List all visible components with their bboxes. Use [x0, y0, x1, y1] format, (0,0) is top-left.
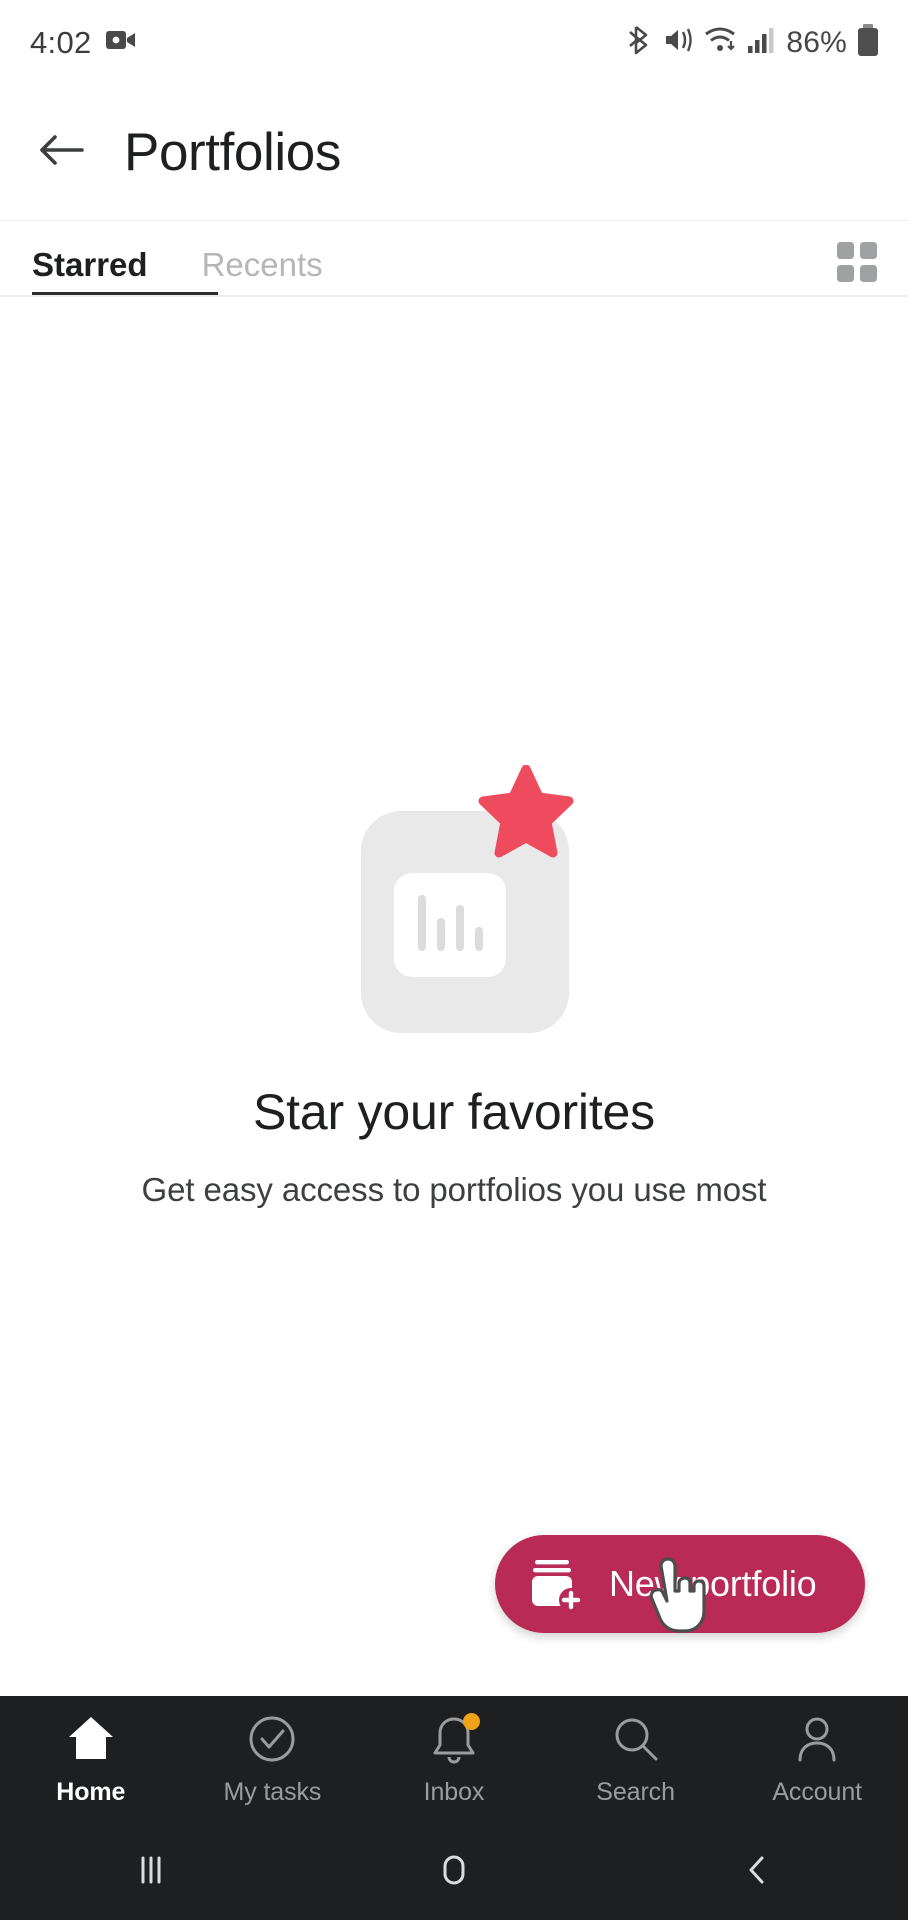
search-icon	[610, 1713, 662, 1765]
status-bar-right: 86%	[628, 23, 880, 62]
nav-item-inbox[interactable]: Inbox	[363, 1696, 545, 1824]
starred-portfolio-illustration	[339, 764, 574, 1033]
tab-starred[interactable]: Starred	[32, 221, 218, 297]
illustration-bar	[474, 927, 483, 951]
tab-recents[interactable]: Recents	[202, 221, 323, 297]
nav-label-my-tasks: My tasks	[223, 1778, 322, 1806]
bottom-navigation: Home My tasks Inbox Search Account	[0, 1696, 908, 1824]
grid-view-toggle[interactable]	[834, 239, 880, 285]
back-chevron-icon	[735, 1848, 779, 1897]
screen-record-icon	[105, 28, 136, 57]
recents-button[interactable]	[0, 1824, 303, 1920]
nav-label-search: Search	[596, 1778, 675, 1806]
phone-screen: 4:02 86% Portfolios Starred Recents Star…	[0, 0, 908, 1920]
star-icon	[477, 764, 575, 859]
nav-item-home[interactable]: Home	[0, 1696, 182, 1824]
page-title: Portfolios	[124, 123, 341, 182]
bell-icon	[428, 1713, 480, 1765]
android-system-nav	[0, 1824, 908, 1920]
recents-icon	[129, 1848, 173, 1897]
home-icon	[65, 1713, 117, 1765]
nav-label-home: Home	[56, 1778, 126, 1806]
person-icon	[791, 1713, 843, 1765]
nav-label-inbox: Inbox	[423, 1778, 485, 1806]
status-time: 4:02	[30, 24, 92, 60]
illustration-chart-tile	[394, 873, 506, 977]
status-bar-left: 4:02	[30, 25, 136, 61]
nav-item-my-tasks[interactable]: My tasks	[182, 1696, 364, 1824]
empty-state-title: Star your favorites	[253, 1084, 655, 1140]
status-bar: 4:02 86%	[0, 0, 908, 85]
nav-item-search[interactable]: Search	[545, 1696, 727, 1824]
bluetooth-icon	[628, 23, 654, 62]
inbox-badge-dot	[462, 1713, 480, 1730]
portfolio-empty-state: Star your favorites Get easy access to p…	[0, 297, 908, 1696]
back-button-system[interactable]	[605, 1824, 908, 1920]
battery-icon	[856, 23, 880, 62]
empty-state-subtitle: Get easy access to portfolios you use mo…	[141, 1171, 767, 1208]
nav-label-account: Account	[772, 1778, 862, 1806]
app-header: Portfolios	[0, 85, 908, 220]
tab-bar: Starred Recents	[0, 220, 908, 297]
new-portfolio-icon	[527, 1555, 583, 1614]
mute-vibrate-icon	[663, 24, 695, 61]
nav-item-account[interactable]: Account	[726, 1696, 908, 1824]
wifi-icon	[704, 25, 738, 60]
cellular-signal-icon	[747, 26, 775, 59]
check-circle-icon	[246, 1713, 298, 1765]
illustration-bar	[455, 905, 464, 951]
back-arrow-icon	[37, 129, 87, 176]
illustration-bar	[417, 895, 426, 951]
new-portfolio-button[interactable]: New portfolio	[495, 1535, 865, 1633]
new-portfolio-label: New portfolio	[609, 1563, 817, 1604]
illustration-bar	[436, 918, 445, 951]
back-button[interactable]	[22, 129, 102, 176]
battery-percent: 86%	[786, 25, 847, 59]
home-circle-icon	[432, 1848, 476, 1897]
grid-view-icon	[834, 242, 880, 289]
tab-recents-label: Recents	[201, 245, 323, 283]
home-button[interactable]	[303, 1824, 606, 1920]
tab-starred-label: Starred	[32, 245, 148, 283]
